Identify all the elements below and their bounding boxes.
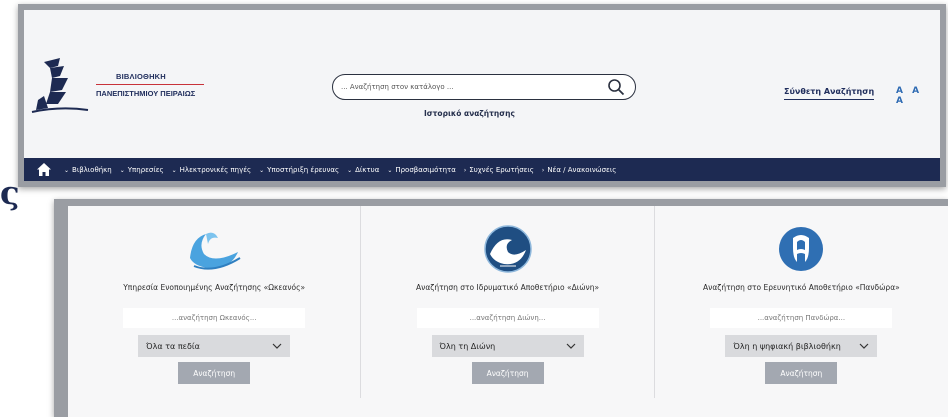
nav-item-library[interactable]: ⌄ Βιβλιοθήκη (64, 166, 112, 174)
nav-item-label: Προσβασιμότητα (395, 165, 456, 174)
catalog-search-input[interactable] (341, 78, 591, 96)
chevron-down-icon: ⌄ (387, 166, 393, 174)
okeanos-search-input[interactable] (123, 308, 306, 328)
library-logo[interactable]: ΒΙΒΛΙΟΘΗΚΗ ΠΑΝΕΠΙΣΤΗΜΙΟΥ ΠΕΙΡΑΙΩΣ (30, 56, 220, 118)
catalog-search-box (332, 74, 636, 100)
nav-item-label: Βιβλιοθήκη (72, 165, 112, 174)
chevron-down-icon: ⌄ (119, 166, 125, 174)
wave-logo-icon (190, 232, 241, 270)
dione-logo-icon (483, 225, 532, 273)
home-button[interactable] (24, 158, 64, 181)
dione-scope-select[interactable]: Όλη τη Διώνη (431, 335, 584, 357)
header-screenshot-frame: ΒΙΒΛΙΟΘΗΚΗ ΠΑΝΕΠΙΣΤΗΜΙΟΥ ΠΕΙΡΑΙΩΣ Ιστορι… (18, 4, 946, 187)
nav-item-news[interactable]: › Νέα / Ανακοινώσεις (542, 166, 616, 174)
library-logo-icon (31, 58, 89, 113)
nav-item-accessibility[interactable]: ⌄ Προσβασιμότητα (387, 166, 456, 174)
select-value: Όλα τα πεδία (146, 341, 200, 351)
chevron-right-icon: › (463, 166, 467, 174)
pandora-search-panel: Αναζήτηση στο Ερευνητικό Αποθετήριο «Παν… (655, 206, 948, 398)
chevron-down-icon (272, 343, 282, 349)
logo-divider (96, 84, 204, 85)
nav-items: ⌄ Βιβλιοθήκη ⌄ Υπηρεσίες ⌄ Ηλεκτρονικές πηγ… (64, 166, 624, 174)
select-value: Όλη η ψηφιακή βιβλιοθήκη (733, 341, 841, 351)
logo-title-line2: ΠΑΝΕΠΙΣΤΗΜΙΟΥ ΠΕΙΡΑΙΩΣ (96, 89, 196, 98)
nav-item-faq[interactable]: › Συχνές Ερωτήσεις (464, 166, 534, 174)
stray-heading-fragment: ς (0, 174, 20, 212)
search-panels: Υπηρεσία Ενοποιημένης Αναζήτησης «Ωκεανό… (68, 206, 948, 417)
chevron-down-icon: ⌄ (64, 166, 70, 174)
select-value: Όλη τη Διώνη (439, 341, 496, 351)
nav-item-label: Υπηρεσίες (127, 165, 164, 174)
nav-item-label: Νέα / Ανακοινώσεις (547, 165, 617, 174)
search-icon[interactable] (607, 78, 625, 96)
font-size-controls: A A A (896, 86, 940, 106)
pandora-search-input[interactable] (710, 308, 893, 328)
chevron-down-icon (859, 343, 869, 349)
nav-item-research-support[interactable]: ⌄ Υποστήριξη έρευνας (259, 166, 339, 174)
font-size-small-button[interactable]: A (896, 86, 903, 96)
search-panels-frame: Υπηρεσία Ενοποιημένης Αναζήτησης «Ωκεανό… (54, 199, 948, 417)
chevron-down-icon: ⌄ (347, 166, 353, 174)
font-size-large-button[interactable]: A (896, 96, 903, 106)
panel-title: Αναζήτηση στο Ιδρυματικό Αποθετήριο «Διώ… (416, 283, 600, 292)
dione-search-input[interactable] (416, 308, 599, 328)
advanced-search-link[interactable]: Σύνθετη Αναζήτηση (784, 87, 875, 100)
nav-item-label: Υποστήριξη έρευνας (267, 165, 340, 174)
okeanos-search-panel: Υπηρεσία Ενοποιημένης Αναζήτησης «Ωκεανό… (68, 206, 362, 398)
nav-item-label: Συχνές Ερωτήσεις (469, 165, 534, 174)
logo-title-line1: ΒΙΒΛΙΟΘΗΚΗ (116, 72, 166, 81)
dione-search-button[interactable]: Αναζήτηση (471, 362, 544, 384)
okeanos-search-button[interactable]: Αναζήτηση (178, 362, 251, 384)
home-icon (37, 163, 51, 176)
panel-title: Υπηρεσία Ενοποιημένης Αναζήτησης «Ωκεανό… (123, 283, 306, 292)
dione-search-panel: Αναζήτηση στο Ιδρυματικό Αποθετήριο «Διώ… (361, 206, 655, 398)
pandora-logo-icon (779, 227, 824, 271)
panel-title: Αναζήτηση στο Ερευνητικό Αποθετήριο «Παν… (703, 283, 900, 292)
nav-item-label: Ηλεκτρονικές πηγές (179, 165, 252, 174)
chevron-down-icon: ⌄ (259, 166, 265, 174)
nav-item-e-resources[interactable]: ⌄ Ηλεκτρονικές πηγές (172, 166, 252, 174)
nav-item-networks[interactable]: ⌄ Δίκτυα (347, 166, 379, 174)
search-history-link[interactable]: Ιστορικό αναζήτησης (424, 109, 515, 118)
pandora-scope-select[interactable]: Όλη η ψηφιακή βιβλιοθήκη (725, 335, 878, 357)
chevron-down-icon: ⌄ (171, 166, 177, 174)
nav-item-label: Δίκτυα (355, 165, 380, 174)
main-nav-bar: ⌄ Βιβλιοθήκη ⌄ Υπηρεσίες ⌄ Ηλεκτρονικές πηγ… (24, 158, 940, 181)
font-size-medium-button[interactable]: A (912, 86, 919, 96)
chevron-down-icon (566, 343, 575, 349)
pandora-search-button[interactable]: Αναζήτηση (765, 362, 838, 384)
site-header: ΒΙΒΛΙΟΘΗΚΗ ΠΑΝΕΠΙΣΤΗΜΙΟΥ ΠΕΙΡΑΙΩΣ Ιστορι… (24, 10, 940, 181)
chevron-right-icon: › (541, 166, 545, 174)
okeanos-field-select[interactable]: Όλα τα πεδία (138, 335, 291, 357)
nav-item-services[interactable]: ⌄ Υπηρεσίες (120, 166, 164, 174)
